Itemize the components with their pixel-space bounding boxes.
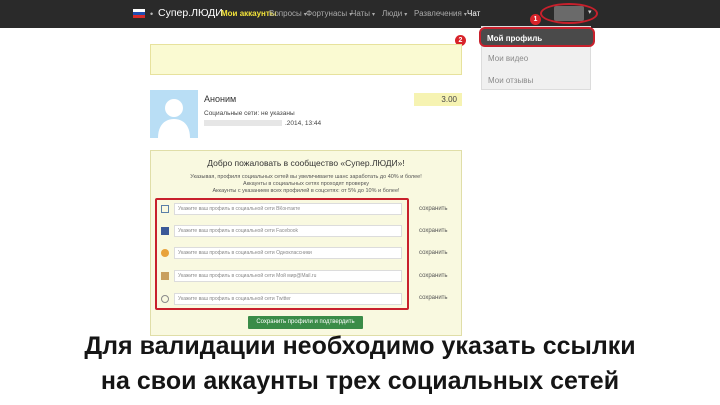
nav-item-fortunes[interactable]: Фортунасы ▾: [306, 9, 352, 18]
social-link-row: Укажите ваш профиль в социальной сети Од…: [158, 243, 406, 263]
russia-flag-icon: [133, 9, 145, 18]
dot-separator: •: [150, 9, 154, 19]
step-marker-1: 1: [530, 14, 541, 25]
social-link-row: Укажите ваш профиль в социальной сети ВК…: [158, 199, 406, 219]
nav-item-people[interactable]: Люди ▾: [382, 9, 407, 18]
welcome-text-line: Аккаунты в социальных сетях проходят про…: [243, 181, 369, 187]
nav-item-questions[interactable]: Вопросы ▾: [269, 9, 307, 18]
caption-line-2: на свои аккаунты трех социальных сетей: [100, 367, 620, 395]
social-link-row: Укажите ваш профиль в социальной сети Мо…: [158, 266, 406, 286]
nav-item-entertainment[interactable]: Развлечения ▾: [414, 9, 467, 18]
welcome-text-line: Указывая, профиля социальных сетей вы ув…: [190, 174, 422, 180]
mailru-profile-input[interactable]: Укажите ваш профиль в социальной сети Мо…: [174, 270, 402, 282]
odnoklassniki-icon: [161, 249, 169, 257]
social-link-row: Укажите ваш профиль в социальной сети Tw…: [158, 289, 406, 309]
twitter-icon: [161, 295, 169, 303]
welcome-text-line: Аккаунты с указанием всех профилей в соц…: [212, 188, 400, 194]
nav-item-chats[interactable]: Чаты ▾: [351, 9, 375, 18]
save-facebook-button[interactable]: сохранить: [419, 228, 448, 234]
save-odnoklassniki-button[interactable]: сохранить: [419, 250, 448, 256]
odnoklassniki-profile-input[interactable]: Укажите ваш профиль в социальной сети Од…: [174, 247, 402, 259]
profile-name: Аноним: [204, 94, 237, 104]
default-user-icon: [158, 99, 190, 138]
menu-item-my-reviews[interactable]: Мои отзывы: [482, 71, 592, 91]
social-link-row: Укажите ваш профиль в социальной сети Fa…: [158, 221, 406, 241]
twitter-profile-input[interactable]: Укажите ваш профиль в социальной сети Tw…: [174, 293, 402, 305]
notice-box: [150, 44, 462, 75]
vk-icon: [161, 205, 169, 213]
profile-social-status: Социальные сети: не указаны: [204, 110, 295, 117]
save-profiles-button[interactable]: Сохранить профили и подтвердить: [248, 316, 363, 329]
chevron-down-icon: ▾: [372, 12, 376, 18]
chevron-down-icon: ▾: [404, 12, 408, 18]
facebook-profile-input[interactable]: Укажите ваш профиль в социальной сети Fa…: [174, 225, 402, 237]
menu-item-my-videos[interactable]: Мои видео: [482, 49, 592, 69]
save-vk-button[interactable]: сохранить: [419, 206, 448, 212]
user-dropdown-menu: Мой профиль Мои видео Мои отзывы: [479, 26, 595, 91]
profile-date: .2014, 13:44: [204, 120, 321, 127]
profile-avatar: [150, 90, 198, 138]
caption-line-1: Для валидации необходимо указать ссылки: [84, 332, 636, 360]
redacted-text: [204, 120, 282, 127]
highlight-ring-user-menu: [540, 3, 598, 24]
balance-badge: 3.00: [414, 93, 462, 106]
save-twitter-button[interactable]: сохранить: [419, 295, 448, 301]
vk-profile-input[interactable]: Укажите ваш профиль в социальной сети ВК…: [174, 203, 402, 215]
facebook-icon: [161, 227, 169, 235]
site-logo[interactable]: Супер.ЛЮДИ: [158, 7, 223, 19]
menu-item-my-profile[interactable]: Мой профиль: [479, 27, 595, 47]
nav-item-chat[interactable]: Чат: [467, 9, 480, 18]
save-mailru-button[interactable]: сохранить: [419, 273, 448, 279]
mailru-icon: [161, 272, 169, 280]
welcome-title: Добро пожаловать в сообщество «Супер.ЛЮД…: [207, 158, 405, 168]
top-navigation-bar: • Супер.ЛЮДИ Мои аккаунты Вопросы ▾ Форту…: [0, 0, 720, 28]
